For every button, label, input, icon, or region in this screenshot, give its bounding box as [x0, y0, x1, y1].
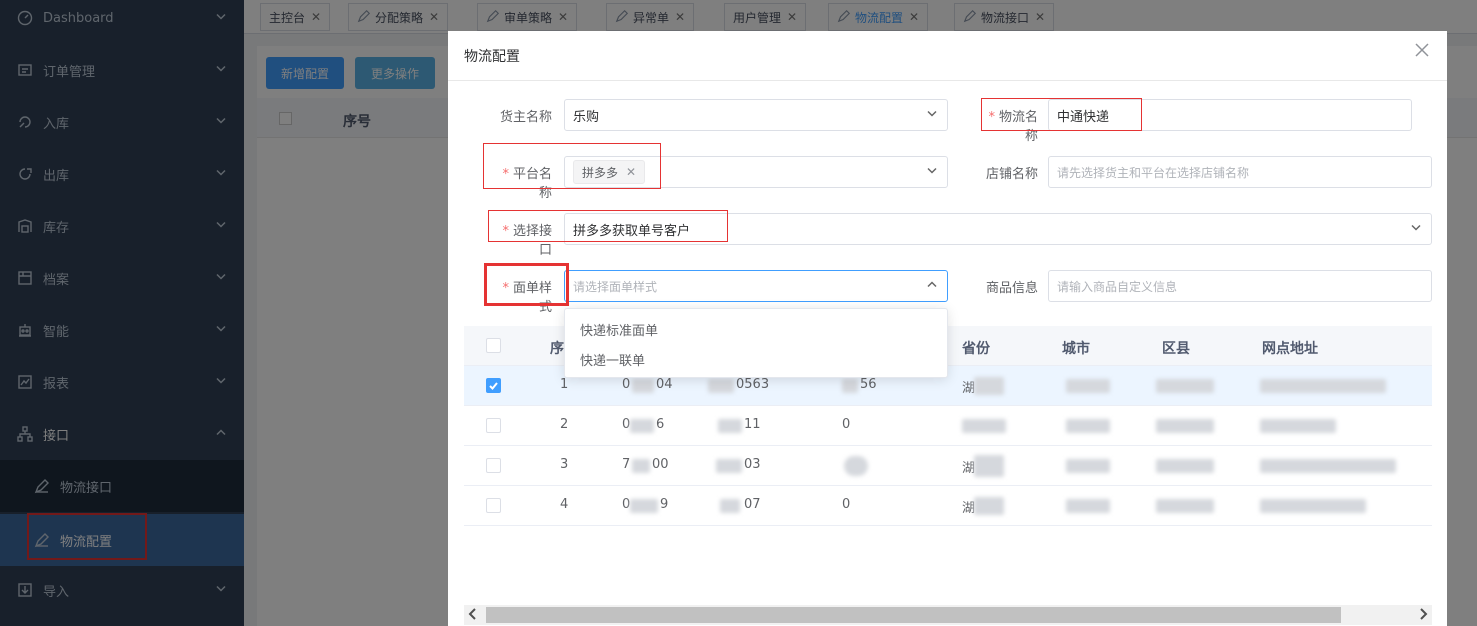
redacted-cell — [1260, 419, 1336, 433]
row-checkbox[interactable] — [486, 418, 501, 433]
cell: 04 — [656, 377, 673, 392]
goods-label: 商品信息 — [985, 281, 1038, 296]
header-province: 省份 — [962, 341, 990, 357]
shop-label: 店铺名称 — [985, 167, 1038, 182]
highlight-box — [981, 98, 1142, 131]
redacted-cell — [718, 419, 742, 433]
dropdown-option-single[interactable]: 快递一联单 — [580, 350, 645, 369]
row-checkbox[interactable] — [486, 458, 501, 473]
close-icon[interactable] — [1415, 43, 1433, 61]
row-checkbox[interactable] — [486, 378, 501, 393]
redacted-cell — [1156, 379, 1214, 393]
redacted-cell — [630, 419, 654, 433]
cell: 6 — [656, 417, 665, 432]
dialog-header: 物流配置 — [448, 31, 1447, 81]
highlight-box — [483, 143, 661, 189]
highlight-box — [484, 263, 569, 306]
cell: 07 — [744, 497, 761, 512]
row-index: 2 — [560, 417, 569, 432]
table-row[interactable]: 4 0 9 07 0 湖 — [464, 486, 1432, 526]
cell: 00 — [652, 457, 669, 472]
row-index: 4 — [560, 497, 569, 512]
table-row[interactable]: 3 7 00 03 湖 — [464, 446, 1432, 486]
dropdown-option-standard[interactable]: 快递标准面单 — [580, 320, 658, 339]
row-index: 1 — [560, 377, 569, 392]
redacted-cell — [630, 499, 658, 513]
table-row[interactable]: 2 0 6 11 0 — [464, 406, 1432, 446]
owner-select[interactable]: 乐购 — [564, 99, 948, 131]
redacted-cell — [1066, 379, 1110, 393]
select-all-checkbox[interactable] — [486, 338, 501, 353]
redacted-cell — [720, 499, 740, 513]
cell: 03 — [744, 457, 761, 472]
row-index: 3 — [560, 457, 569, 472]
cell: 11 — [744, 417, 761, 432]
header-city: 城市 — [1062, 341, 1090, 357]
redacted-cell — [632, 459, 650, 473]
shop-placeholder: 请先选择货主和平台在选择店铺名称 — [1057, 165, 1250, 180]
cell: 0563 — [736, 377, 770, 392]
cell: 0 — [842, 497, 851, 512]
redacted-cell — [1066, 419, 1110, 433]
redacted-cell — [974, 377, 1004, 395]
scrollbar-thumb[interactable] — [486, 607, 1341, 623]
style-select[interactable]: 请选择面单样式 — [564, 270, 948, 302]
redacted-cell — [962, 419, 1006, 433]
chevron-right-icon[interactable] — [1418, 608, 1432, 622]
chevron-left-icon[interactable] — [468, 608, 482, 622]
redacted-cell — [1156, 499, 1214, 513]
redacted-cell — [1260, 459, 1396, 473]
chevron-down-icon — [927, 108, 937, 123]
cell: 0 — [842, 417, 851, 432]
redacted-cell — [632, 379, 654, 393]
redacted-cell — [1260, 379, 1386, 393]
header-index: 序 — [550, 341, 564, 357]
shop-select[interactable]: 请先选择货主和平台在选择店铺名称 — [1048, 156, 1432, 188]
cell: 56 — [860, 377, 877, 392]
redacted-cell — [842, 379, 858, 393]
redacted-cell — [1156, 419, 1214, 433]
redacted-cell — [716, 459, 742, 473]
horizontal-scrollbar[interactable] — [464, 605, 1432, 625]
dialog-title: 物流配置 — [464, 49, 520, 65]
cell: 9 — [660, 497, 669, 512]
redacted-cell — [1156, 459, 1214, 473]
cell: 0 — [622, 377, 631, 392]
owner-label: 货主名称 — [499, 110, 552, 125]
style-dropdown: 快递标准面单 快递一联单 — [564, 308, 948, 378]
redacted-cell — [974, 455, 1004, 477]
highlight-box — [488, 210, 728, 242]
header-address: 网点地址 — [1262, 341, 1318, 357]
redacted-cell — [1066, 499, 1110, 513]
redacted-cell — [974, 497, 1004, 515]
style-placeholder: 请选择面单样式 — [573, 279, 658, 294]
cell: 7 — [622, 457, 631, 472]
header-district: 区县 — [1162, 341, 1190, 357]
chevron-down-icon — [927, 165, 937, 180]
redacted-cell — [844, 456, 868, 476]
redacted-cell — [1260, 499, 1366, 513]
chevron-up-icon — [927, 279, 937, 294]
goods-placeholder: 请输入商品自定义信息 — [1057, 279, 1178, 294]
redacted-cell — [1066, 459, 1110, 473]
row-checkbox[interactable] — [486, 498, 501, 513]
goods-input[interactable]: 请输入商品自定义信息 — [1048, 270, 1432, 302]
redacted-cell — [708, 379, 734, 393]
owner-value: 乐购 — [573, 109, 600, 125]
chevron-down-icon — [1411, 222, 1421, 237]
